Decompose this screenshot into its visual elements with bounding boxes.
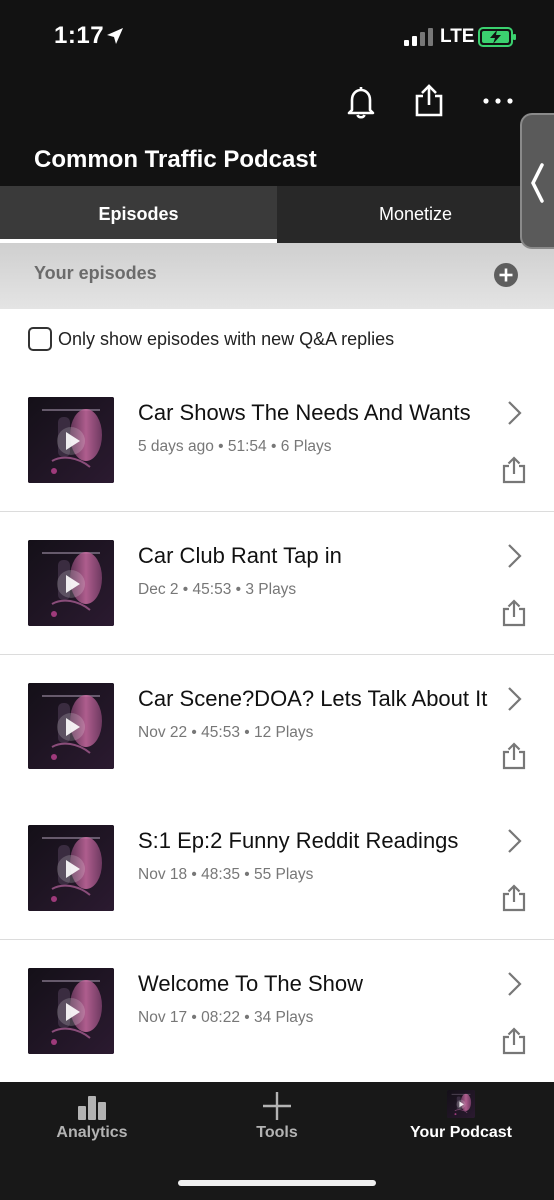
bar-chart-icon xyxy=(78,1096,106,1120)
episode-cover xyxy=(28,968,114,1054)
list-item[interactable]: Car Scene?DOA? Lets Talk About It Nov 22… xyxy=(0,655,554,798)
nav-analytics-label: Analytics xyxy=(56,1124,128,1141)
episode-meta: Nov 17 • 08:22 • 34 Plays xyxy=(138,1009,314,1026)
chevron-right-icon xyxy=(508,972,522,996)
share-icon[interactable] xyxy=(500,883,528,913)
more-icon[interactable] xyxy=(480,86,516,122)
episode-cover xyxy=(28,683,114,769)
episode-title: Car Scene?DOA? Lets Talk About It xyxy=(138,686,488,711)
episode-title: Car Shows The Needs And Wants xyxy=(138,400,471,425)
episode-title: Car Club Rant Tap in xyxy=(138,543,342,568)
tab-bar: Episodes Monetize xyxy=(0,186,554,243)
episode-cover xyxy=(28,397,114,483)
share-icon[interactable] xyxy=(500,741,528,771)
location-arrow-icon xyxy=(107,28,123,44)
chevron-left-icon xyxy=(531,163,544,203)
plus-icon xyxy=(263,1092,291,1120)
home-indicator xyxy=(178,1180,376,1186)
episode-title: S:1 Ep:2 Funny Reddit Readings xyxy=(138,828,459,853)
network-type: LTE xyxy=(440,26,475,47)
podcast-cover-icon xyxy=(447,1090,475,1118)
tab-episodes[interactable]: Episodes xyxy=(0,186,277,243)
episode-cover xyxy=(28,825,114,911)
qa-filter: Only show episodes with new Q&A replies xyxy=(28,326,394,352)
status-bar: 1:17 LTE xyxy=(0,0,554,74)
list-item[interactable]: Welcome To The Show Nov 17 • 08:22 • 34 … xyxy=(0,940,554,1083)
list-item[interactable]: Car Club Rant Tap in Dec 2 • 45:53 • 3 P… xyxy=(0,512,554,655)
status-time: 1:17 xyxy=(54,22,105,49)
qa-filter-label: Only show episodes with new Q&A replies xyxy=(58,328,395,349)
section-title: Your episodes xyxy=(34,263,157,283)
episode-meta: Dec 2 • 45:53 • 3 Plays xyxy=(138,581,297,598)
podcast-title: Common Traffic Podcast xyxy=(34,146,317,173)
bell-icon[interactable] xyxy=(343,84,379,120)
chevron-right-icon xyxy=(508,829,522,853)
plus-circle-icon[interactable] xyxy=(493,262,519,288)
nav-your-podcast-label: Your Podcast xyxy=(410,1124,512,1141)
tab-monetize[interactable]: Monetize xyxy=(277,186,554,243)
list-item[interactable]: Car Shows The Needs And Wants 5 days ago… xyxy=(0,369,554,512)
share-icon[interactable] xyxy=(411,82,447,118)
share-icon[interactable] xyxy=(500,598,528,628)
chevron-right-icon xyxy=(508,687,522,711)
episode-title: Welcome To The Show xyxy=(138,971,364,996)
qa-filter-checkbox[interactable] xyxy=(28,327,52,351)
podcast-header: Common Traffic Podcast xyxy=(0,74,554,186)
share-icon[interactable] xyxy=(500,1026,528,1056)
episode-cover xyxy=(28,540,114,626)
episode-meta: 5 days ago • 51:54 • 6 Plays xyxy=(138,438,332,455)
episodes-section-header: Your episodes xyxy=(0,243,554,309)
cellular-signal-icon xyxy=(404,28,433,46)
episode-meta: Nov 22 • 45:53 • 12 Plays xyxy=(138,724,314,741)
list-item[interactable]: S:1 Ep:2 Funny Reddit Readings Nov 18 • … xyxy=(0,797,554,940)
nav-tools-label: Tools xyxy=(256,1124,298,1141)
chevron-right-icon xyxy=(508,401,522,425)
episode-meta: Nov 18 • 48:35 • 55 Plays xyxy=(138,866,314,883)
share-icon[interactable] xyxy=(500,455,528,485)
chevron-right-icon xyxy=(508,544,522,568)
side-panel-handle[interactable] xyxy=(520,113,554,249)
battery-charging-icon xyxy=(478,27,516,47)
